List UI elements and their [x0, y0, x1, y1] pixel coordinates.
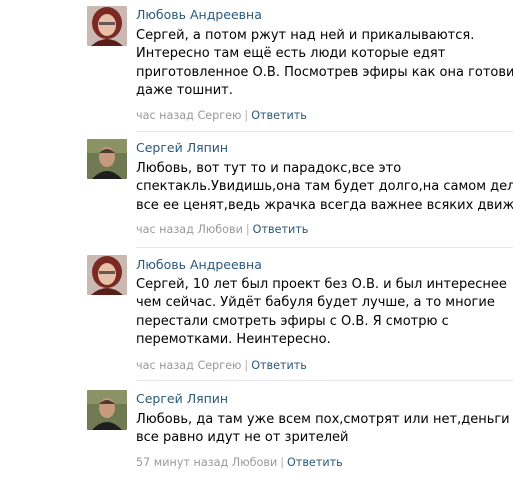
- comment: Любовь Андреевна Сергей, 10 лет был прое…: [85, 249, 513, 381]
- divider: [136, 380, 513, 381]
- comment-line: приготовленное О.В. Посмотрев эфиры как …: [136, 64, 513, 80]
- comment-meta: 57 минут назад Любови | Ответить: [136, 456, 343, 470]
- comment: Сергей Ляпин Любовь, да там уже всем пох…: [85, 384, 513, 476]
- comment-line: даже тошнит.: [136, 83, 233, 99]
- comment-line: Любовь, да там уже всем пох,смотрят или …: [136, 412, 510, 427]
- author-name[interactable]: Любовь Андреевна: [136, 257, 262, 273]
- comment-line: Любовь, вот тут то и парадокс,все это: [136, 161, 402, 176]
- reply-link[interactable]: Ответить: [253, 223, 309, 236]
- comment-line: Сергей, 10 лет был проект без О.В. и был…: [136, 277, 507, 292]
- author-name[interactable]: Любовь Андреевна: [136, 7, 262, 23]
- comment-line: все ее ценят,ведь жрачка всегда важнее в…: [136, 197, 513, 213]
- comment-text: Любовь, да там уже всем пох,смотрят или …: [136, 411, 510, 448]
- man-avatar[interactable]: [87, 390, 127, 430]
- comment-line: чем сейчас. Уйдёт бабуля будет лучше, а …: [136, 295, 495, 311]
- woman-avatar[interactable]: [87, 6, 127, 46]
- timestamp: час назад Любови: [136, 223, 243, 236]
- timestamp: час назад Сергею: [136, 109, 242, 122]
- timestamp: час назад Сергею: [136, 359, 242, 372]
- separator: |: [244, 109, 249, 122]
- comment-meta: час назад Любови | Ответить: [136, 223, 308, 237]
- author-name[interactable]: Сергей Ляпин: [136, 140, 228, 156]
- comment-line: все равно идут не от зрителей: [136, 430, 349, 446]
- comment-line: перемотками. Неинтересно.: [136, 332, 331, 348]
- comment-line: Сергей, а потом ржут над ней и прикалыва…: [136, 28, 475, 43]
- reply-link[interactable]: Ответить: [251, 109, 307, 122]
- separator: |: [280, 456, 284, 469]
- comment-meta: час назад Сергею | Ответить: [136, 109, 307, 123]
- reply-link[interactable]: Ответить: [287, 456, 343, 469]
- divider: [136, 131, 513, 132]
- comment-text: Любовь, вот тут то и парадокс,все это сп…: [136, 160, 513, 215]
- comment: Сергей Ляпин Любовь, вот тут то и парадо…: [85, 133, 513, 248]
- divider: [136, 247, 513, 248]
- comment-text: Сергей, 10 лет был проект без О.В. и был…: [136, 276, 507, 350]
- comment-line: спектакль.Увидишь,она там будет долго,на…: [136, 179, 513, 195]
- separator: |: [244, 359, 249, 372]
- woman-avatar[interactable]: [87, 255, 127, 295]
- comment-meta: час назад Сергею | Ответить: [136, 359, 307, 373]
- comment-line: перестали смотреть эфиры с О.В. Я смотрю…: [136, 313, 449, 329]
- timestamp: 57 минут назад Любови: [136, 456, 278, 469]
- comment-text: Сергей, а потом ржут над ней и прикалыва…: [136, 27, 513, 101]
- man-avatar[interactable]: [87, 139, 127, 179]
- author-name[interactable]: Сергей Ляпин: [136, 391, 228, 407]
- comment: Любовь Андреевна Сергей, а потом ржут на…: [85, 0, 513, 132]
- reply-link[interactable]: Ответить: [251, 359, 307, 372]
- comment-line: Интересно там ещё есть люди которые едят: [136, 46, 446, 62]
- separator: |: [245, 223, 250, 236]
